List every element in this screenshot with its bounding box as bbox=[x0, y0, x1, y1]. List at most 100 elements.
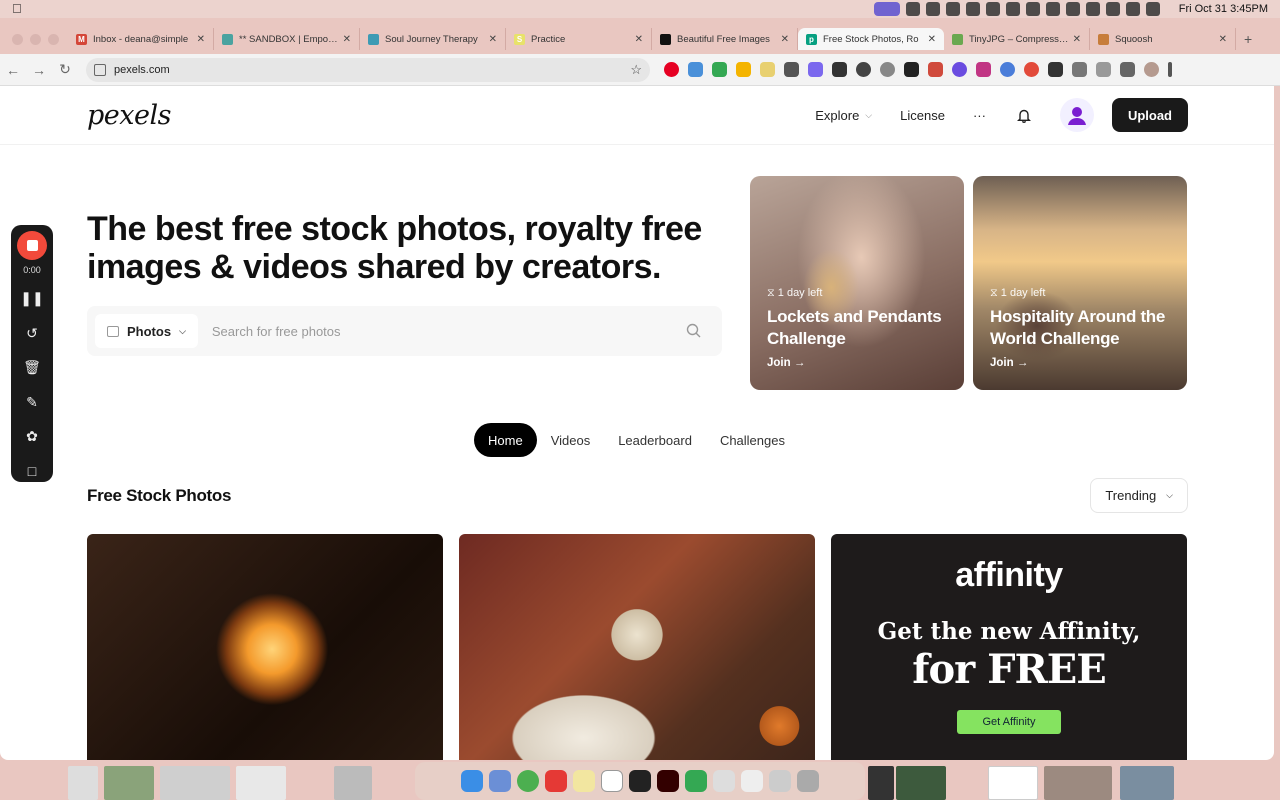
camera-icon[interactable]: □ bbox=[21, 461, 43, 482]
menu-extra-icon[interactable] bbox=[926, 2, 940, 16]
new-tab-button[interactable]: + bbox=[1244, 31, 1252, 47]
dock-app-icon[interactable] bbox=[741, 770, 763, 792]
extension-icon[interactable] bbox=[976, 62, 991, 77]
search-type-dropdown[interactable]: Photos ⌵ bbox=[95, 314, 198, 348]
more-menu-button[interactable]: ··· bbox=[973, 108, 986, 123]
confetti-icon[interactable]: ✿ bbox=[21, 426, 43, 447]
tab-challenges[interactable]: Challenges bbox=[706, 423, 799, 457]
dock-app-icon[interactable] bbox=[713, 770, 735, 792]
notifications-bell-icon[interactable] bbox=[1016, 107, 1032, 123]
forward-button[interactable]: → bbox=[26, 62, 52, 78]
finder-dock-icon[interactable] bbox=[461, 770, 483, 792]
desktop-thumbnail[interactable] bbox=[236, 766, 286, 800]
nav-license[interactable]: License bbox=[900, 108, 945, 123]
wifi-icon[interactable] bbox=[1106, 2, 1120, 16]
extension-icon[interactable] bbox=[784, 62, 799, 77]
get-affinity-button[interactable]: Get Affinity bbox=[957, 710, 1061, 734]
stop-recording-button[interactable] bbox=[17, 231, 47, 261]
extension-icon[interactable] bbox=[904, 62, 919, 77]
dock-app-icon[interactable] bbox=[685, 770, 707, 792]
extensions-puzzle-icon[interactable] bbox=[1072, 62, 1087, 77]
close-window-button[interactable] bbox=[12, 33, 23, 45]
close-tab-icon[interactable]: ✕ bbox=[343, 34, 351, 45]
tab-home[interactable]: Home bbox=[474, 423, 537, 457]
close-tab-icon[interactable]: ✕ bbox=[635, 34, 643, 45]
extension-icon[interactable] bbox=[1000, 62, 1015, 77]
bluetooth-icon[interactable] bbox=[1066, 2, 1080, 16]
extension-icon[interactable] bbox=[712, 62, 727, 77]
drive-extension-icon[interactable] bbox=[688, 62, 703, 77]
menu-extra-icon[interactable] bbox=[966, 2, 980, 16]
challenge-card[interactable]: ⧖ 1 day left Hospitality Around the Worl… bbox=[973, 176, 1187, 390]
challenge-join-link[interactable]: Join → bbox=[767, 357, 805, 369]
extension-icon[interactable] bbox=[832, 62, 847, 77]
desktop-thumbnail[interactable] bbox=[104, 766, 154, 800]
close-tab-icon[interactable]: ✕ bbox=[928, 34, 936, 45]
challenge-join-link[interactable]: Join → bbox=[990, 357, 1028, 369]
dock-app-icon[interactable] bbox=[545, 770, 567, 792]
desktop-file-icon[interactable] bbox=[68, 766, 98, 800]
minimize-window-button[interactable] bbox=[30, 33, 41, 45]
tab-leaderboard[interactable]: Leaderboard bbox=[604, 423, 706, 457]
pinterest-extension-icon[interactable] bbox=[664, 62, 679, 77]
chrome-dock-icon[interactable] bbox=[517, 770, 539, 792]
upload-button[interactable]: Upload bbox=[1111, 98, 1188, 132]
menu-extra-icon[interactable] bbox=[946, 2, 960, 16]
browser-menu-icon[interactable] bbox=[1168, 62, 1172, 77]
menu-clock[interactable]: Fri Oct 31 3:45PM bbox=[1179, 0, 1268, 18]
desktop-thumbnail[interactable] bbox=[334, 766, 372, 800]
desktop-thumbnail[interactable] bbox=[988, 766, 1038, 800]
browser-tab[interactable]: p Free Stock Photos, Ro ✕ bbox=[798, 28, 944, 50]
desktop-thumbnail[interactable] bbox=[868, 766, 894, 800]
extension-icon[interactable] bbox=[1024, 62, 1039, 77]
ad-card[interactable]: affinity Get the new Affinity, for FREE … bbox=[831, 534, 1187, 760]
pexels-logo[interactable]: pexels bbox=[87, 100, 171, 131]
extension-icon[interactable] bbox=[1048, 62, 1063, 77]
browser-tab[interactable]: Soul Journey Therapy ✕ bbox=[360, 28, 506, 50]
close-tab-icon[interactable]: ✕ bbox=[1073, 34, 1081, 45]
restart-icon[interactable]: ↺ bbox=[21, 323, 43, 344]
extension-icon[interactable] bbox=[856, 62, 871, 77]
photo-card[interactable] bbox=[87, 534, 443, 760]
address-bar[interactable]: pexels.com ☆ bbox=[86, 57, 650, 82]
desktop-thumbnail[interactable] bbox=[1120, 766, 1174, 800]
back-button[interactable]: ← bbox=[0, 62, 26, 78]
figma-dock-icon[interactable] bbox=[629, 770, 651, 792]
tab-videos[interactable]: Videos bbox=[537, 423, 605, 457]
dock-app-icon[interactable] bbox=[769, 770, 791, 792]
spotlight-icon[interactable] bbox=[1126, 2, 1140, 16]
extension-icon[interactable] bbox=[760, 62, 775, 77]
browser-tab[interactable]: ** SANDBOX | Empowe ✕ bbox=[214, 28, 360, 50]
extension-icon[interactable] bbox=[928, 62, 943, 77]
close-tab-icon[interactable]: ✕ bbox=[489, 34, 497, 45]
search-input[interactable] bbox=[211, 323, 686, 339]
browser-tab[interactable]: M Inbox - deana@simple ✕ bbox=[68, 28, 214, 50]
menu-extra-icon[interactable] bbox=[986, 2, 1000, 16]
close-tab-icon[interactable]: ✕ bbox=[781, 34, 789, 45]
battery-icon[interactable] bbox=[1086, 2, 1100, 16]
screen-record-icon[interactable] bbox=[874, 2, 900, 16]
apple-menu-icon[interactable]:  bbox=[12, 0, 22, 18]
close-tab-icon[interactable]: ✕ bbox=[197, 34, 205, 45]
bookmarks-icon[interactable] bbox=[1096, 62, 1111, 77]
photo-card[interactable] bbox=[459, 534, 815, 760]
pause-button[interactable]: ❚❚ bbox=[20, 288, 43, 309]
dock-app-icon[interactable] bbox=[489, 770, 511, 792]
trash-icon[interactable]: 🗑 bbox=[21, 357, 43, 378]
close-tab-icon[interactable]: ✕ bbox=[1219, 34, 1227, 45]
zoom-window-button[interactable] bbox=[48, 33, 59, 45]
trash-dock-icon[interactable] bbox=[797, 770, 819, 792]
browser-tab[interactable]: S Practice ✕ bbox=[506, 28, 652, 50]
control-center-icon[interactable] bbox=[1146, 2, 1160, 16]
extension-icon[interactable] bbox=[952, 62, 967, 77]
extension-icon[interactable] bbox=[736, 62, 751, 77]
browser-tab[interactable]: TinyJPG – Compress W ✕ bbox=[944, 28, 1090, 50]
sort-dropdown[interactable]: Trending ⌵ bbox=[1090, 478, 1188, 513]
reload-button[interactable]: ↻ bbox=[52, 61, 78, 78]
desktop-thumbnail[interactable] bbox=[1044, 766, 1112, 800]
search-icon[interactable] bbox=[686, 323, 702, 339]
menu-extra-icon[interactable] bbox=[1026, 2, 1040, 16]
browser-tab[interactable]: Beautiful Free Images ✕ bbox=[652, 28, 798, 50]
reading-list-icon[interactable] bbox=[1120, 62, 1135, 77]
illustrator-dock-icon[interactable] bbox=[657, 770, 679, 792]
